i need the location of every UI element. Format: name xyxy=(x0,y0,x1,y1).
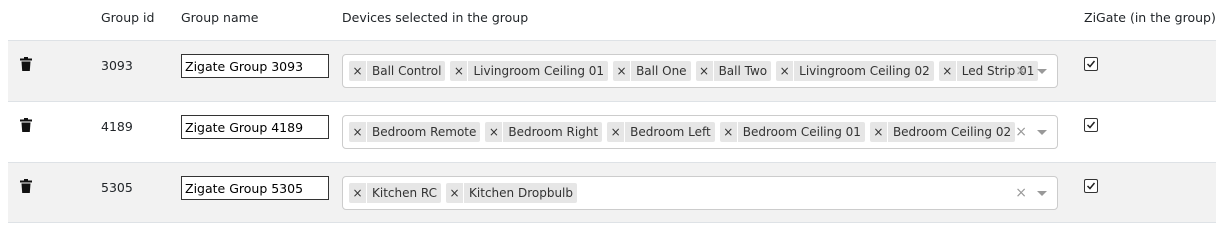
chevron-down-icon[interactable] xyxy=(1037,69,1047,74)
device-tag: × Livingroom Ceiling 01 xyxy=(450,61,609,81)
table-row: 5305 × Kitchen RC × Kitchen Dropbulb × xyxy=(8,162,1216,223)
device-tag-label: Livingroom Ceiling 02 xyxy=(799,64,930,78)
device-tag: × Ball Two xyxy=(695,61,772,81)
device-tags: × Kitchen RC × Kitchen Dropbulb xyxy=(349,183,582,203)
remove-tag-icon[interactable]: × xyxy=(607,122,626,142)
remove-tag-icon[interactable]: × xyxy=(696,61,714,81)
devices-select[interactable]: × Kitchen RC × Kitchen Dropbulb × xyxy=(342,176,1058,210)
trash-icon[interactable] xyxy=(20,57,32,71)
device-tag-label: Bedroom Ceiling 01 xyxy=(742,125,861,139)
device-tag: × Kitchen Dropbulb xyxy=(446,183,578,203)
devices-select[interactable]: × Bedroom Remote × Bedroom Right × Bedroom … xyxy=(342,115,1058,149)
zigate-checkbox[interactable] xyxy=(1084,118,1098,132)
remove-tag-icon[interactable]: × xyxy=(720,122,738,142)
device-tag-label: Ball One xyxy=(636,64,687,78)
group-name-input[interactable] xyxy=(181,176,329,200)
remove-tag-icon[interactable]: × xyxy=(349,183,367,203)
device-tag-label: Bedroom Remote xyxy=(372,125,477,139)
zigate-checkbox[interactable] xyxy=(1084,179,1098,193)
device-tag-label: Bedroom Right xyxy=(508,125,599,139)
device-tag: × Bedroom Ceiling 01 xyxy=(719,122,865,142)
device-tag: × Ball Control xyxy=(349,61,446,81)
device-tag: × Bedroom Ceiling 02 xyxy=(869,122,1016,142)
device-tag-label: Kitchen Dropbulb xyxy=(469,186,574,200)
table-bottom-border xyxy=(8,222,1216,223)
table-row: 3093 × Ball Control × Livingroom Ceiling 0… xyxy=(8,40,1216,101)
group-id-cell: 3093 xyxy=(101,58,133,73)
device-tag: × Bedroom Remote xyxy=(349,122,481,142)
device-tag: × Kitchen RC xyxy=(349,183,442,203)
clear-all-icon[interactable]: × xyxy=(1015,185,1027,201)
clear-all-icon[interactable]: × xyxy=(1015,124,1027,140)
remove-tag-icon[interactable]: × xyxy=(939,61,957,81)
remove-tag-icon[interactable]: × xyxy=(450,61,469,81)
device-tag: × Ball One xyxy=(613,61,691,81)
devices-select[interactable]: × Ball Control × Livingroom Ceiling 01 × Ba… xyxy=(342,54,1058,88)
header-group-id: Group id xyxy=(101,10,155,25)
device-tag-label: Bedroom Ceiling 02 xyxy=(892,125,1012,139)
check-icon xyxy=(1086,182,1096,190)
header-devices: Devices selected in the group xyxy=(342,10,529,25)
chevron-down-icon[interactable] xyxy=(1037,191,1047,196)
device-tag-label: Livingroom Ceiling 01 xyxy=(473,64,605,78)
remove-tag-icon[interactable]: × xyxy=(870,122,888,142)
device-tags: × Ball Control × Livingroom Ceiling 01 × Ba… xyxy=(349,61,1043,81)
chevron-down-icon[interactable] xyxy=(1037,130,1047,135)
device-tag: × Bedroom Right xyxy=(485,122,603,142)
group-name-input[interactable] xyxy=(181,115,329,139)
header-group-name: Group name xyxy=(181,10,259,25)
trash-icon[interactable] xyxy=(20,118,32,132)
device-tag: × Livingroom Ceiling 02 xyxy=(776,61,934,81)
remove-tag-icon[interactable]: × xyxy=(349,61,367,81)
zigate-checkbox[interactable] xyxy=(1084,57,1098,71)
table-row: 4189 ×Bedroom Remote ×Bedroom Right ×Bed… xyxy=(8,101,1216,162)
device-tag-label: Kitchen RC xyxy=(372,186,438,200)
check-icon xyxy=(1086,60,1096,68)
group-name-input[interactable] xyxy=(181,54,329,78)
device-tag-label: Ball Control xyxy=(372,64,442,78)
remove-tag-icon[interactable]: × xyxy=(349,122,367,142)
remove-tag-icon[interactable]: × xyxy=(446,183,465,203)
check-icon xyxy=(1086,121,1096,129)
device-tag-label: Bedroom Left xyxy=(630,125,711,139)
trash-icon[interactable] xyxy=(20,179,32,193)
remove-tag-icon[interactable]: × xyxy=(613,61,632,81)
device-tag-label: Ball Two xyxy=(718,64,768,78)
group-id-cell: 4189 xyxy=(101,119,133,134)
clear-all-icon[interactable]: × xyxy=(1015,63,1027,79)
device-tags: × Bedroom Remote × Bedroom Right × Bedroom … xyxy=(349,122,1020,142)
header-zigate: ZiGate (in the group) xyxy=(1084,10,1216,25)
table-header: Group id Group name Devices selected in … xyxy=(0,0,1216,40)
device-tag: × Bedroom Left xyxy=(607,122,715,142)
remove-tag-icon[interactable]: × xyxy=(776,61,795,81)
remove-tag-icon[interactable]: × xyxy=(485,122,504,142)
group-id-cell: 5305 xyxy=(101,180,133,195)
